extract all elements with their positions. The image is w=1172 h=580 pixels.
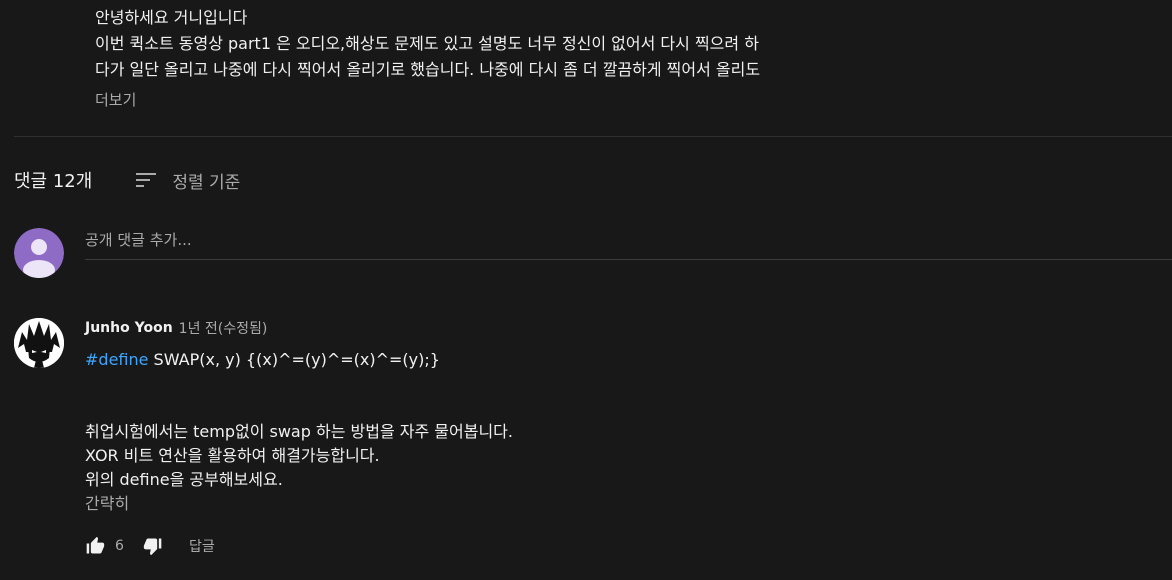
blank-space [85, 372, 1085, 420]
thumb-down-icon[interactable] [143, 536, 163, 556]
comment-header: Junho Yoon 1년 전(수정됨) [85, 318, 1085, 338]
reply-button[interactable]: 답글 [189, 536, 215, 556]
comment-line: XOR 비트 연산을 활용하여 해결가능합니다. [85, 446, 380, 465]
comment-line: 위의 define을 공부해보세요. [85, 470, 283, 489]
video-description: 안녕하세요 거니입니다 이번 퀵소트 동영상 part1 은 오디오,해상도 문… [95, 5, 1095, 110]
show-more-button[interactable]: 더보기 [95, 89, 1095, 110]
page: 안녕하세요 거니입니다 이번 퀵소트 동영상 part1 은 오디오,해상도 문… [0, 0, 1172, 580]
comments-header: 댓글 12개 정렬 기준 [14, 166, 240, 194]
comment-author[interactable]: Junho Yoon [85, 320, 173, 336]
comment-count: 댓글 12개 [14, 171, 93, 192]
description-line: 이번 퀵소트 동영상 part1 은 오디오,해상도 문제도 있고 설명도 너무… [95, 34, 759, 53]
avatar[interactable] [14, 228, 64, 278]
description-line: 다가 일단 올리고 나중에 다시 찍어서 올리기로 했습니다. 나중에 다시 좀… [95, 60, 761, 79]
like-count: 6 [115, 538, 124, 554]
user-avatar-icon [14, 228, 64, 278]
show-less-button[interactable]: 간략히 [85, 492, 1085, 516]
sort-button[interactable]: 정렬 기준 [134, 168, 240, 193]
hashtag-link[interactable]: #define [85, 350, 148, 369]
code-text: SWAP(x, y) {(x)^=(y)^=(x)^=(y);} [148, 350, 440, 369]
comment-actions: 6 답글 [85, 533, 215, 559]
sort-icon [136, 173, 157, 187]
comment-timestamp[interactable]: 1년 전(수정됨) [179, 318, 268, 338]
comment-code-line: #define SWAP(x, y) {(x)^=(y)^=(x)^=(y);} [85, 348, 1085, 372]
comment: Junho Yoon 1년 전(수정됨) #define SWAP(x, y) … [85, 318, 1085, 516]
divider [14, 136, 1172, 137]
comment-line: 취업시험에서는 temp없이 swap 하는 방법을 자주 물어봅니다. [85, 422, 513, 441]
commenter-avatar[interactable] [14, 318, 64, 368]
anime-character-avatar [14, 318, 64, 368]
add-comment-input[interactable]: 공개 댓글 추가... [85, 226, 1172, 260]
thumb-up-icon[interactable] [85, 536, 105, 556]
comment-text: #define SWAP(x, y) {(x)^=(y)^=(x)^=(y);}… [85, 348, 1085, 516]
description-line: 안녕하세요 거니입니다 [95, 8, 248, 27]
sort-label: 정렬 기준 [172, 172, 241, 193]
add-comment-placeholder: 공개 댓글 추가... [85, 231, 192, 249]
